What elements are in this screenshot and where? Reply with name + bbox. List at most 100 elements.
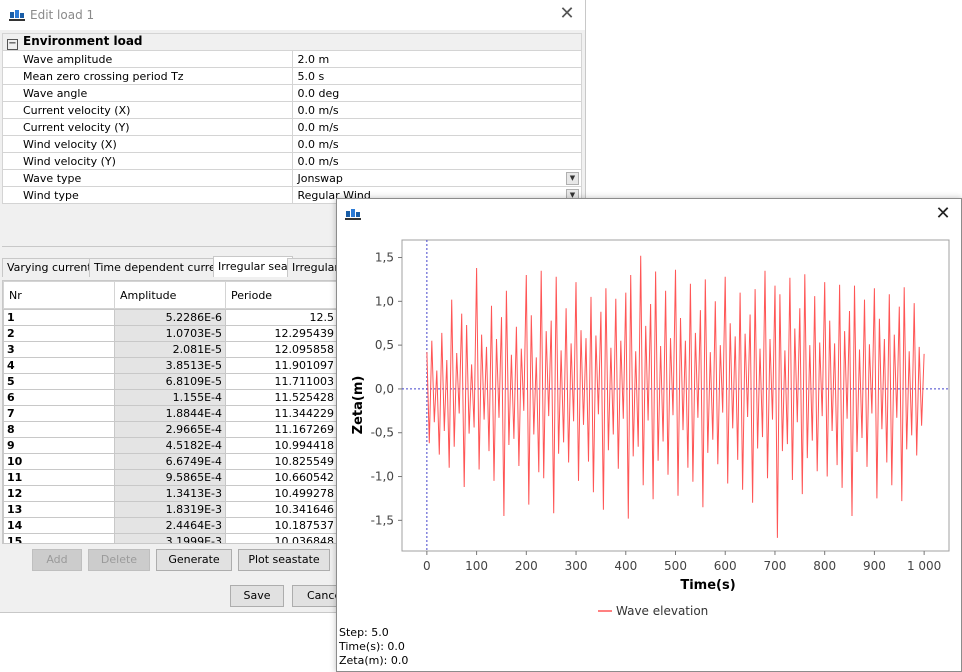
y-tick-label: 0,5 xyxy=(375,338,394,352)
tab-irregular-sea[interactable]: Irregular sea xyxy=(213,256,293,277)
tab-varying-current[interactable]: Varying current xyxy=(2,258,97,277)
wave-elevation-chart[interactable]: 1,5 1,0 0,5 0,0 -0,5 -1,0 -1,5 0 100 200 300 400 50… xyxy=(337,229,961,654)
delete-button[interactable]: Delete xyxy=(88,549,150,571)
y-axis-label: Zeta(m) xyxy=(351,376,366,435)
cell-amplitude[interactable]: 1.3413E-3 xyxy=(114,485,226,502)
property-key: Wind velocity (Y) xyxy=(2,152,293,170)
x-tick-label: 0 xyxy=(423,559,431,573)
y-tick-label: -1,5 xyxy=(371,513,394,527)
wave-type-value: Jonswap xyxy=(297,171,343,185)
cell-amplitude[interactable]: 5.2286E-6 xyxy=(114,309,226,326)
x-tick-label: 400 xyxy=(614,559,637,573)
add-button[interactable]: Add xyxy=(32,549,82,571)
cell-nr[interactable]: 13 xyxy=(3,501,115,518)
cell-periode[interactable]: 10.036848 xyxy=(225,533,338,543)
dropdown-arrow-icon[interactable]: ▼ xyxy=(566,172,579,185)
cell-periode[interactable]: 12.295439 xyxy=(225,325,338,342)
cell-periode[interactable]: 10.994418 xyxy=(225,437,338,454)
cell-nr[interactable]: 11 xyxy=(3,469,115,486)
y-tick-label: 0,0 xyxy=(375,382,394,396)
property-row: Mean zero crossing period Tz 5.0 s xyxy=(2,67,582,85)
property-value[interactable]: 2.0 m xyxy=(291,50,582,68)
cell-nr[interactable]: 8 xyxy=(3,421,115,438)
cell-nr[interactable]: 9 xyxy=(3,437,115,454)
section-header[interactable]: − Environment load xyxy=(2,33,582,51)
cell-amplitude[interactable]: 9.5865E-4 xyxy=(114,469,226,486)
property-value[interactable]: 0.0 m/s xyxy=(291,152,582,170)
cell-periode[interactable]: 11.525428 xyxy=(225,389,338,406)
cell-amplitude[interactable]: 1.8844E-4 xyxy=(114,405,226,422)
cell-nr[interactable]: 5 xyxy=(3,373,115,390)
y-tick-label: -1,0 xyxy=(371,470,394,484)
cell-periode[interactable]: 10.341646 xyxy=(225,501,338,518)
property-row: Wind velocity (Y) 0.0 m/s xyxy=(2,152,582,170)
column-header-nr[interactable]: Nr xyxy=(3,281,115,309)
cell-amplitude[interactable]: 2.4464E-3 xyxy=(114,517,226,534)
cell-periode[interactable]: 10.187537 xyxy=(225,517,338,534)
cell-amplitude[interactable]: 4.5182E-4 xyxy=(114,437,226,454)
cell-nr[interactable]: 15 xyxy=(3,533,115,543)
app-icon xyxy=(345,208,361,220)
cell-periode[interactable]: 10.499278 xyxy=(225,485,338,502)
title-bar: Edit load 1 ✕ xyxy=(0,0,585,30)
cell-nr[interactable]: 14 xyxy=(3,517,115,534)
x-tick-label: 100 xyxy=(465,559,488,573)
property-value[interactable]: 0.0 m/s xyxy=(291,118,582,136)
cell-nr[interactable]: 10 xyxy=(3,453,115,470)
cell-amplitude[interactable]: 3.1999E-3 xyxy=(114,533,226,543)
cell-amplitude[interactable]: 1.0703E-5 xyxy=(114,325,226,342)
cell-periode[interactable]: 10.660542 xyxy=(225,469,338,486)
cell-periode[interactable]: 10.825549 xyxy=(225,453,338,470)
cell-periode[interactable]: 12.5 xyxy=(225,309,338,326)
property-table: − Environment load Wave amplitude 2.0 m M… xyxy=(2,33,582,204)
cell-nr[interactable]: 2 xyxy=(3,325,115,342)
close-icon[interactable]: ✕ xyxy=(933,204,953,224)
cell-periode[interactable]: 11.344229 xyxy=(225,405,338,422)
x-tick-label: 600 xyxy=(714,559,737,573)
x-tick-label: 700 xyxy=(764,559,787,573)
cell-periode[interactable]: 11.901097 xyxy=(225,357,338,374)
cell-nr[interactable]: 1 xyxy=(3,309,115,326)
wave-type-select[interactable]: Jonswap ▼ xyxy=(291,169,582,187)
cell-nr[interactable]: 12 xyxy=(3,485,115,502)
property-row: Wave type Jonswap ▼ xyxy=(2,169,582,187)
cell-nr[interactable]: 4 xyxy=(3,357,115,374)
collapse-icon[interactable]: − xyxy=(7,39,18,50)
cell-periode[interactable]: 12.095858 xyxy=(225,341,338,358)
x-tick-label: 1 000 xyxy=(907,559,941,573)
cell-periode[interactable]: 11.711003 xyxy=(225,373,338,390)
close-icon[interactable]: ✕ xyxy=(557,4,577,24)
cell-amplitude[interactable]: 6.8109E-5 xyxy=(114,373,226,390)
column-header-amplitude[interactable]: Amplitude xyxy=(114,281,226,309)
property-row: Wind velocity (X) 0.0 m/s xyxy=(2,135,582,153)
property-value[interactable]: 0.0 m/s xyxy=(291,101,582,119)
x-axis-label: Time(s) xyxy=(680,578,735,593)
cell-nr[interactable]: 3 xyxy=(3,341,115,358)
property-row: Wave angle 0.0 deg xyxy=(2,84,582,102)
legend-label: Wave elevation xyxy=(616,604,708,618)
cell-amplitude[interactable]: 3.8513E-5 xyxy=(114,357,226,374)
cell-periode[interactable]: 11.167269 xyxy=(225,421,338,438)
cell-amplitude[interactable]: 2.081E-5 xyxy=(114,341,226,358)
property-key: Wave amplitude xyxy=(2,50,293,68)
property-value[interactable]: 0.0 m/s xyxy=(291,135,582,153)
generate-button[interactable]: Generate xyxy=(156,549,232,571)
save-button[interactable]: Save xyxy=(230,585,284,607)
y-axis: 1,5 1,0 0,5 0,0 -0,5 -1,0 -1,5 xyxy=(371,251,402,527)
property-value[interactable]: 0.0 deg xyxy=(291,84,582,102)
status-zeta: Zeta(m): 0.0 xyxy=(339,654,409,667)
x-tick-label: 800 xyxy=(813,559,836,573)
property-key: Current velocity (X) xyxy=(2,101,293,119)
status-time: Time(s): 0.0 xyxy=(339,640,405,653)
cell-amplitude[interactable]: 1.155E-4 xyxy=(114,389,226,406)
column-header-periode[interactable]: Periode xyxy=(225,281,338,309)
cell-amplitude[interactable]: 6.6749E-4 xyxy=(114,453,226,470)
cell-amplitude[interactable]: 2.9665E-4 xyxy=(114,421,226,438)
cell-amplitude[interactable]: 1.8319E-3 xyxy=(114,501,226,518)
tab-time-dependent-current[interactable]: Time dependent current xyxy=(89,258,233,277)
cell-nr[interactable]: 7 xyxy=(3,405,115,422)
property-value[interactable]: 5.0 s xyxy=(291,67,582,85)
x-axis: 0 100 200 300 400 500 600 700 800 900 1 000 xyxy=(423,551,941,573)
plot-seastate-button[interactable]: Plot seastate xyxy=(238,549,330,571)
cell-nr[interactable]: 6 xyxy=(3,389,115,406)
